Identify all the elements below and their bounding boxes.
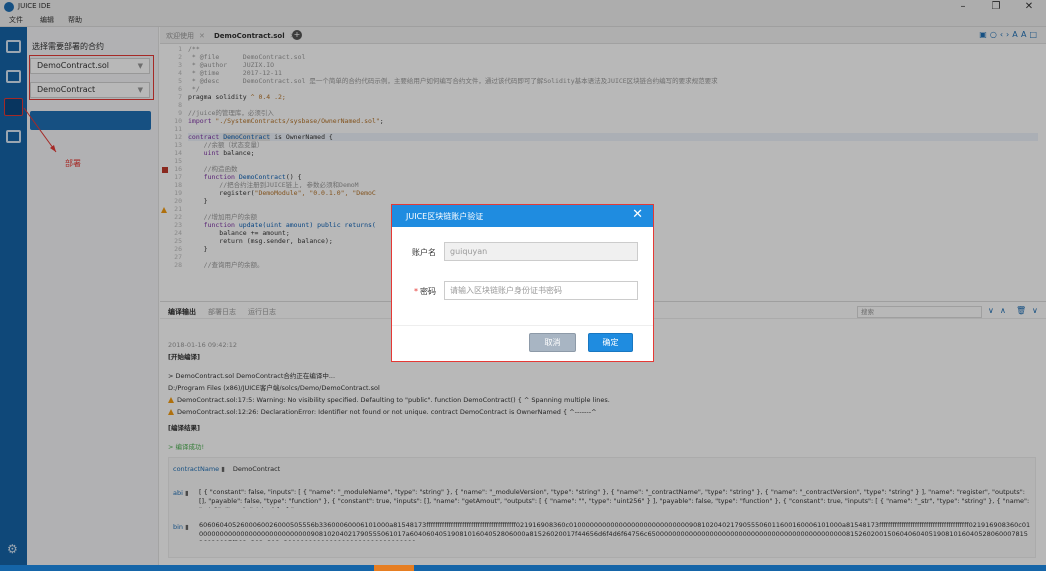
ok-button[interactable]: 确定 <box>588 333 633 352</box>
line-number: 15 <box>174 157 182 165</box>
dialog-title: JUICE区块链账户验证 <box>406 212 484 221</box>
status-bar <box>0 565 1046 571</box>
line-number: 5 <box>178 77 182 85</box>
line-number: 21 <box>174 205 182 213</box>
password-label: * 密码 <box>396 286 436 297</box>
status-indicator <box>374 565 414 571</box>
line-number: 14 <box>174 149 182 157</box>
line-number: 17 <box>174 173 182 181</box>
password-label-text: 密码 <box>420 287 436 296</box>
line-number: 7 <box>178 93 182 101</box>
line-number: 10 <box>174 117 182 125</box>
line-number: 20 <box>174 197 182 205</box>
line-number: 1 <box>178 45 182 53</box>
line-number: 11 <box>174 125 182 133</box>
cancel-button[interactable]: 取消 <box>529 333 576 352</box>
line-number: 28 <box>174 261 182 269</box>
line-number: 13 <box>174 141 182 149</box>
line-number: 9 <box>178 109 182 117</box>
close-icon[interactable]: ✕ <box>632 207 643 222</box>
line-number: 4 <box>178 69 182 77</box>
line-number: 12 <box>174 133 182 141</box>
line-number: 23 <box>174 221 182 229</box>
line-number: 24 <box>174 229 182 237</box>
password-field[interactable]: 请输入区块链账户身份证书密码 <box>444 281 638 300</box>
line-number: 6 <box>178 85 182 93</box>
line-number: 27 <box>174 253 182 261</box>
dialog-divider <box>392 325 653 326</box>
line-number: 19 <box>174 189 182 197</box>
line-number: 3 <box>178 61 182 69</box>
dialog-header: JUICE区块链账户验证 ✕ <box>392 205 653 227</box>
line-number: 16 <box>174 165 182 173</box>
line-number: 22 <box>174 213 182 221</box>
line-numbers: 1 2 3 4 5 6 7 8 9 10 11 12 13 14 15 16 17 18 19 20 21 22 23 24 2… <box>160 44 184 272</box>
line-number: 18 <box>174 181 182 189</box>
line-number: 26 <box>174 245 182 253</box>
account-verify-dialog: JUICE区块链账户验证 ✕ 账户名 guiquyan * 密码 请输入区块链账户… <box>391 204 654 362</box>
line-number: 2 <box>178 53 182 61</box>
account-label: 账户名 <box>412 248 436 257</box>
account-field: guiquyan <box>444 242 638 261</box>
line-number: 25 <box>174 237 182 245</box>
line-number: 8 <box>178 101 182 109</box>
required-mark: * <box>414 287 418 296</box>
